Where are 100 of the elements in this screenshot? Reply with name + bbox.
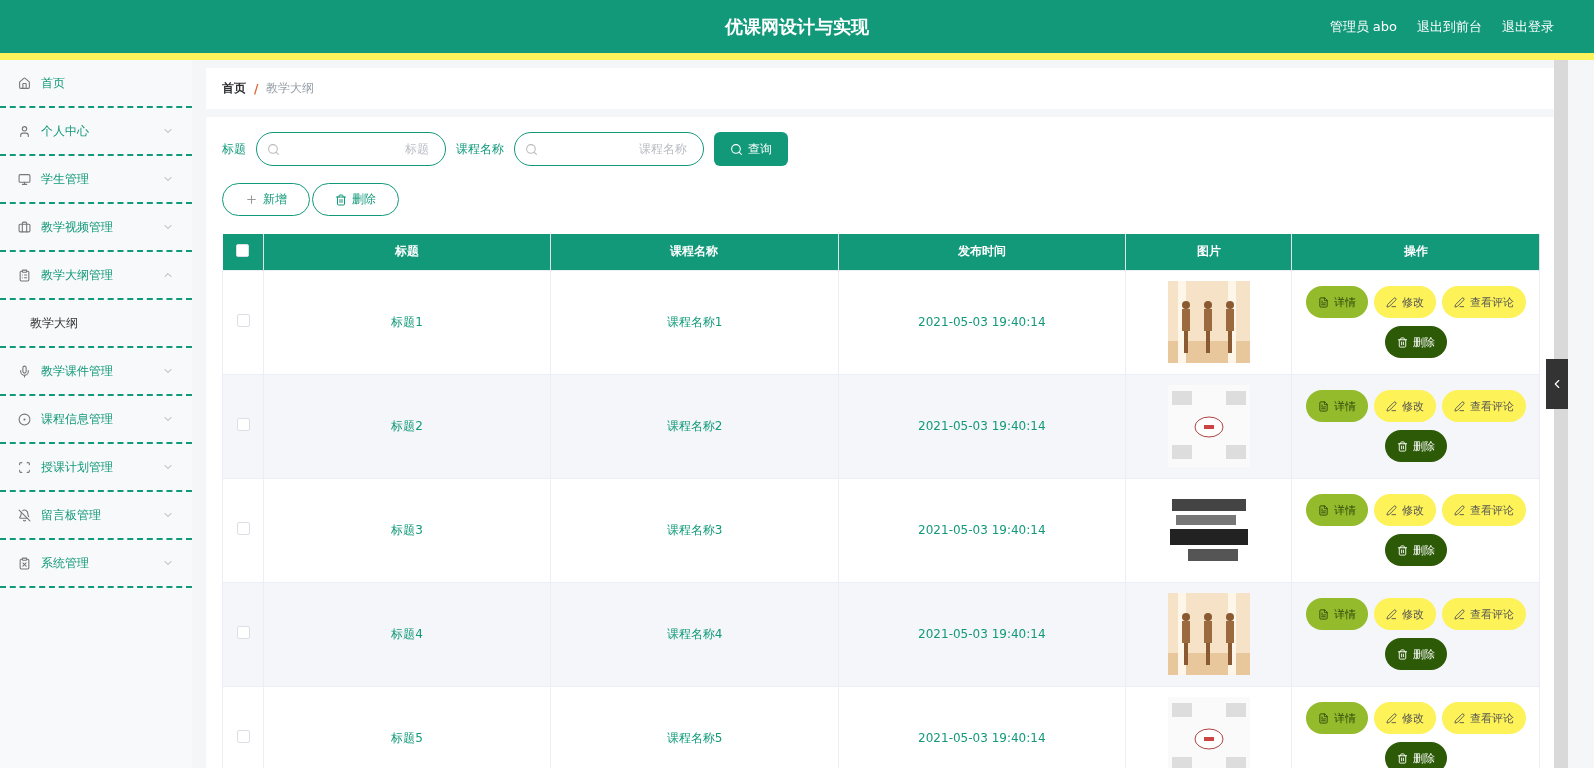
trash-icon xyxy=(1396,544,1408,556)
edit-button[interactable]: 修改 xyxy=(1373,390,1436,422)
home-icon xyxy=(18,76,31,90)
edit-button[interactable]: 修改 xyxy=(1373,702,1436,734)
bell-off-icon xyxy=(18,508,31,522)
sidebar-item[interactable]: 授课计划管理 xyxy=(0,444,192,492)
table-cell: 标题1 xyxy=(263,270,551,374)
header-link[interactable]: 管理员 abo xyxy=(1329,17,1397,36)
breadcrumb-separator: / xyxy=(254,81,259,96)
checkbox[interactable] xyxy=(236,626,250,639)
delete-button[interactable]: 删除 xyxy=(1384,326,1447,358)
field-label: 标题 xyxy=(222,140,246,158)
pen-icon xyxy=(1453,296,1465,308)
circle-icon xyxy=(18,412,31,426)
edit-button[interactable]: 修改 xyxy=(1373,286,1436,318)
document-icon xyxy=(1317,608,1329,620)
table-cell: 课程名称3 xyxy=(550,478,839,582)
delete-button[interactable]: 删除 xyxy=(1384,742,1447,768)
pen-icon xyxy=(1453,712,1465,724)
table-cell: 标题3 xyxy=(263,478,551,582)
checkbox[interactable] xyxy=(236,243,250,257)
sidebar-item[interactable]: 系统管理 xyxy=(0,540,192,588)
clipboard-icon xyxy=(18,268,31,282)
comments-button[interactable]: 查看评论 xyxy=(1441,286,1526,318)
checkbox[interactable] xyxy=(236,314,250,327)
column-header: 发布时间 xyxy=(838,234,1126,270)
delete-button[interactable]: 删除 xyxy=(1384,638,1447,670)
sidebar-item[interactable]: 教学视频管理 xyxy=(0,204,192,252)
user-icon xyxy=(18,124,31,138)
briefcase-icon xyxy=(18,220,31,234)
add-button[interactable]: 新增 xyxy=(222,183,310,216)
trash-icon xyxy=(335,193,347,206)
document-icon xyxy=(1317,400,1329,412)
scrollbar[interactable] xyxy=(1554,60,1568,768)
table-cell: 标题4 xyxy=(263,582,551,686)
trash-icon xyxy=(1396,648,1408,660)
sidebar-subitem[interactable]: 教学大纲 xyxy=(0,300,192,348)
checkbox[interactable] xyxy=(236,418,250,431)
search-icon xyxy=(730,142,743,156)
document-icon xyxy=(1317,296,1329,308)
field-label: 课程名称 xyxy=(456,140,504,158)
pen-icon xyxy=(1385,608,1397,620)
detail-button[interactable]: 详情 xyxy=(1305,702,1368,734)
pen-icon xyxy=(1453,400,1465,412)
table-cell: 课程名称4 xyxy=(550,582,839,686)
checkbox[interactable] xyxy=(236,522,250,535)
header-link[interactable]: 退出登录 xyxy=(1502,17,1554,36)
trash-icon xyxy=(1396,336,1408,348)
sidebar-item[interactable]: 个人中心 xyxy=(0,108,192,156)
header-link[interactable]: 退出到前台 xyxy=(1417,17,1482,36)
column-header: 课程名称 xyxy=(550,234,839,270)
comments-button[interactable]: 查看评论 xyxy=(1441,702,1526,734)
plus-icon xyxy=(245,193,258,206)
delete-button[interactable]: 删除 xyxy=(1384,430,1447,462)
table-cell: 课程名称2 xyxy=(550,374,839,478)
column-header: 标题 xyxy=(263,234,551,270)
table-cell: 标题2 xyxy=(263,374,551,478)
detail-button[interactable]: 详情 xyxy=(1305,494,1368,526)
microphone-icon xyxy=(18,364,31,378)
column-header: 操作 xyxy=(1291,234,1540,270)
breadcrumb-home[interactable]: 首页 xyxy=(222,80,246,97)
sidebar-item[interactable]: 教学大纲管理 xyxy=(0,252,192,300)
edit-button[interactable]: 修改 xyxy=(1373,598,1436,630)
detail-button[interactable]: 详情 xyxy=(1305,598,1368,630)
search-button[interactable]: 查询 xyxy=(714,132,788,166)
table-cell: 2021-05-03 19:40:14 xyxy=(838,374,1126,478)
pen-icon xyxy=(1385,296,1397,308)
pen-icon xyxy=(1385,504,1397,516)
collapse-tab[interactable] xyxy=(1546,359,1568,409)
table-cell: 2021-05-03 19:40:14 xyxy=(838,582,1126,686)
detail-button[interactable]: 详情 xyxy=(1305,390,1368,422)
delete-button[interactable]: 删除 xyxy=(312,183,399,216)
pen-icon xyxy=(1453,504,1465,516)
edit-button[interactable]: 修改 xyxy=(1373,494,1436,526)
comments-button[interactable]: 查看评论 xyxy=(1441,390,1526,422)
table-cell: 课程名称1 xyxy=(550,270,839,374)
breadcrumb-current: 教学大纲 xyxy=(266,80,315,97)
column-header: 图片 xyxy=(1125,234,1292,270)
document-icon xyxy=(1317,712,1329,724)
comments-button[interactable]: 查看评论 xyxy=(1441,598,1526,630)
delete-button[interactable]: 删除 xyxy=(1384,534,1447,566)
checkbox[interactable] xyxy=(236,730,250,743)
app-title: 优课网设计与实现 xyxy=(725,14,869,39)
trash-icon xyxy=(1396,752,1408,764)
monitor-icon xyxy=(18,172,31,186)
sidebar-item[interactable]: 留言板管理 xyxy=(0,492,192,540)
search-icon xyxy=(525,142,538,156)
clipboard-x-icon xyxy=(18,556,31,570)
sidebar-item[interactable]: 首页 xyxy=(0,60,192,108)
table-cell: 2021-05-03 19:40:14 xyxy=(838,270,1126,374)
scan-icon xyxy=(18,460,31,474)
pen-icon xyxy=(1453,608,1465,620)
sidebar-item[interactable]: 课程信息管理 xyxy=(0,396,192,444)
comments-button[interactable]: 查看评论 xyxy=(1441,494,1526,526)
pen-icon xyxy=(1385,712,1397,724)
sidebar-item[interactable]: 学生管理 xyxy=(0,156,192,204)
table-cell: 2021-05-03 19:40:14 xyxy=(838,478,1126,582)
trash-icon xyxy=(1396,440,1408,452)
detail-button[interactable]: 详情 xyxy=(1305,286,1368,318)
sidebar-item[interactable]: 教学课件管理 xyxy=(0,348,192,396)
